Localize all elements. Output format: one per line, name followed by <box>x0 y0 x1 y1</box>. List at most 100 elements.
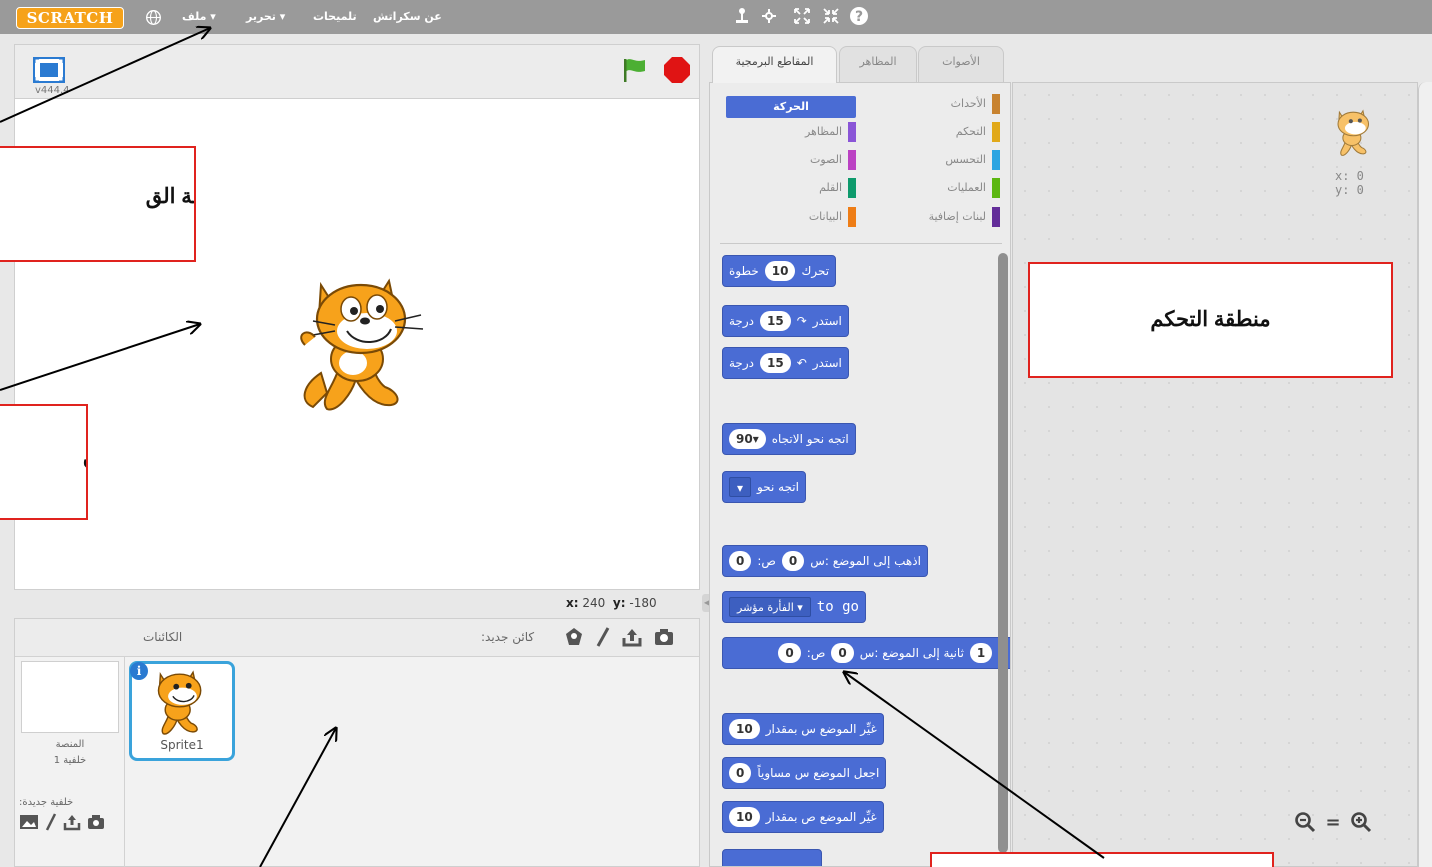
green-flag-icon[interactable] <box>621 56 647 84</box>
block-goto-xy[interactable]: اذهب إلى الموضع :س 0 :ص 0 <box>722 545 928 577</box>
block-move-value[interactable]: 10 <box>764 261 796 281</box>
block-change-x-value[interactable]: 10 <box>729 719 760 739</box>
category-motion[interactable]: الحركة <box>726 96 856 118</box>
block-glide-x[interactable]: 0 <box>831 643 854 663</box>
stage-selector[interactable]: المنصة خلفية 1 :خلفية جديدة <box>15 657 125 867</box>
block-change-x[interactable]: غيِّر الموضع س بمقدار 10 <box>722 713 884 745</box>
tab-costumes[interactable]: المظاهر <box>839 46 917 82</box>
block-move-suffix: خطوة <box>729 264 759 278</box>
block-turn-right-value[interactable]: 15 <box>760 311 791 331</box>
block-goto-xy-text: اذهب إلى الموضع :س <box>810 554 921 568</box>
block-point-towards[interactable]: اتجه نحو ▾ <box>722 471 806 503</box>
help-panel-edge[interactable] <box>1418 82 1432 867</box>
block-turn-left-value[interactable]: 15 <box>760 353 791 373</box>
category-pen[interactable]: القلم <box>726 177 856 199</box>
block-set-x[interactable]: اجعل الموضع س مساوياً 0 <box>722 757 887 789</box>
category-control[interactable]: التحكم <box>860 121 1000 143</box>
callout-blocks-palette <box>930 852 1274 867</box>
block-goto[interactable]: to go الفأرة مؤشر ▾ <box>722 591 866 623</box>
menu-about[interactable]: عن سكراتش <box>373 10 442 23</box>
category-pen-swatch <box>848 178 856 198</box>
category-more-blocks-label: لبنات إضافية <box>928 210 986 223</box>
category-looks-swatch <box>848 122 856 142</box>
camera-backdrop-icon[interactable] <box>87 813 105 831</box>
choose-backdrop-icon[interactable] <box>19 814 39 830</box>
block-change-y-text: غيِّر الموضع ص بمقدار <box>765 810 877 824</box>
language-globe-icon[interactable] <box>145 9 162 26</box>
version-label: v444.4 <box>35 85 70 96</box>
paint-sprite-icon[interactable] <box>595 626 611 648</box>
zoom-reset-icon[interactable]: = <box>1321 811 1345 835</box>
sprite-y-readout: y: 0 <box>1335 183 1364 197</box>
mouse-x-label: x: <box>566 596 579 610</box>
block-point-direction[interactable]: اتجه نحو الاتجاه 90▾ <box>722 423 856 455</box>
category-operators-label: العمليات <box>947 181 986 194</box>
scratch-cat-sprite[interactable] <box>291 275 441 415</box>
camera-sprite-icon[interactable] <box>653 626 675 648</box>
stage-thumbnail[interactable] <box>21 661 119 733</box>
block-change-y[interactable]: غيِّر الموضع ص بمقدار 10 <box>722 801 884 833</box>
block-turn-left-suffix: درجة <box>729 356 754 370</box>
menu-tips[interactable]: تلميحات <box>313 10 357 23</box>
category-operators[interactable]: العمليات <box>860 177 1000 199</box>
help-icon[interactable]: ? <box>848 5 870 27</box>
block-glide-xy[interactable]: ل 1 ثانية إلى الموضع :س 0 :ص 0 <box>722 637 1010 669</box>
sprite-tile-sprite1[interactable]: i Sprite1 <box>129 661 235 761</box>
presentation-mode-icon[interactable] <box>33 57 65 83</box>
zoom-in-icon[interactable] <box>1349 811 1373 835</box>
block-glide-secs[interactable]: 1 <box>969 643 993 663</box>
callout-scripts-area: منطقة التحكم <box>1028 262 1393 378</box>
grow-icon[interactable] <box>791 5 813 27</box>
tab-sounds[interactable]: الأصوات <box>918 46 1004 82</box>
category-data-swatch <box>848 207 856 227</box>
callout-sprite-area: من <box>0 404 88 520</box>
menu-edit[interactable]: تحرير ▾ <box>246 10 285 23</box>
mouse-y-value: -180 <box>629 596 657 610</box>
category-sound[interactable]: الصوت <box>726 149 856 171</box>
block-goto-dropdown[interactable]: الفأرة مؤشر ▾ <box>729 597 811 617</box>
cut-icon[interactable] <box>758 5 780 27</box>
new-sprite-label: :كائن جديد <box>481 630 535 644</box>
category-data-label: البيانات <box>808 210 842 223</box>
category-operators-swatch <box>992 178 1000 198</box>
block-goto-xy-y[interactable]: 0 <box>729 551 752 571</box>
block-turn-right-suffix: درجة <box>729 314 754 328</box>
block-set-x-value[interactable]: 0 <box>729 763 752 783</box>
block-point-direction-value[interactable]: 90▾ <box>729 429 766 449</box>
category-events-swatch <box>992 94 1000 114</box>
upload-backdrop-icon[interactable] <box>63 813 81 831</box>
block-move-steps[interactable]: تحرك 10 خطوة <box>722 255 837 287</box>
block-glide-y[interactable]: 0 <box>778 643 801 663</box>
block-point-towards-dropdown[interactable]: ▾ <box>729 477 752 497</box>
scratch-logo[interactable]: SCRATCH <box>16 7 124 29</box>
choose-sprite-icon[interactable] <box>563 626 585 648</box>
block-glide-mid: :ص <box>806 646 826 660</box>
upload-sprite-icon[interactable] <box>621 626 643 648</box>
block-change-y-value[interactable]: 10 <box>729 807 760 827</box>
category-data[interactable]: البيانات <box>726 206 856 228</box>
category-events[interactable]: الأحداث <box>860 93 1000 115</box>
zoom-in-glyph <box>1351 812 1372 833</box>
block-turn-right[interactable]: استدر ↷ 15 درجة <box>722 305 849 337</box>
zoom-out-icon[interactable] <box>1293 811 1317 835</box>
category-more-blocks[interactable]: لبنات إضافية <box>860 206 1000 228</box>
menu-file[interactable]: ملف ▾ <box>182 10 216 23</box>
tab-scripts[interactable]: المقاطع البرمجية <box>712 46 837 83</box>
paint-backdrop-icon[interactable] <box>45 813 57 831</box>
category-looks[interactable]: المظاهر <box>726 121 856 143</box>
callout-stage-area-text: منطقة الق <box>145 185 194 208</box>
stop-icon[interactable] <box>663 56 691 84</box>
duplicate-icon[interactable] <box>731 5 753 27</box>
block-turn-left[interactable]: استدر ↶ 15 درجة <box>722 347 849 379</box>
block-partial[interactable] <box>722 849 822 866</box>
stage-label: المنصة <box>55 739 85 750</box>
shrink-icon[interactable] <box>820 5 842 27</box>
scripts-area[interactable]: x: 0 y: 0 = <box>1012 82 1418 867</box>
category-sensing[interactable]: التحسس <box>860 149 1000 171</box>
block-move-text: تحرك <box>801 264 830 278</box>
sprites-pane: الكائنات :كائن جديد المنصة خلفية 1 :خلفي… <box>14 618 700 867</box>
block-goto-xy-x[interactable]: 0 <box>781 551 805 571</box>
sprite-x-readout: x: 0 <box>1335 169 1364 183</box>
palette-scrollbar[interactable] <box>998 253 1008 853</box>
top-menu-bar: SCRATCH ملف ▾ تحرير ▾ تلميحات عن سكراتش … <box>0 0 1432 34</box>
